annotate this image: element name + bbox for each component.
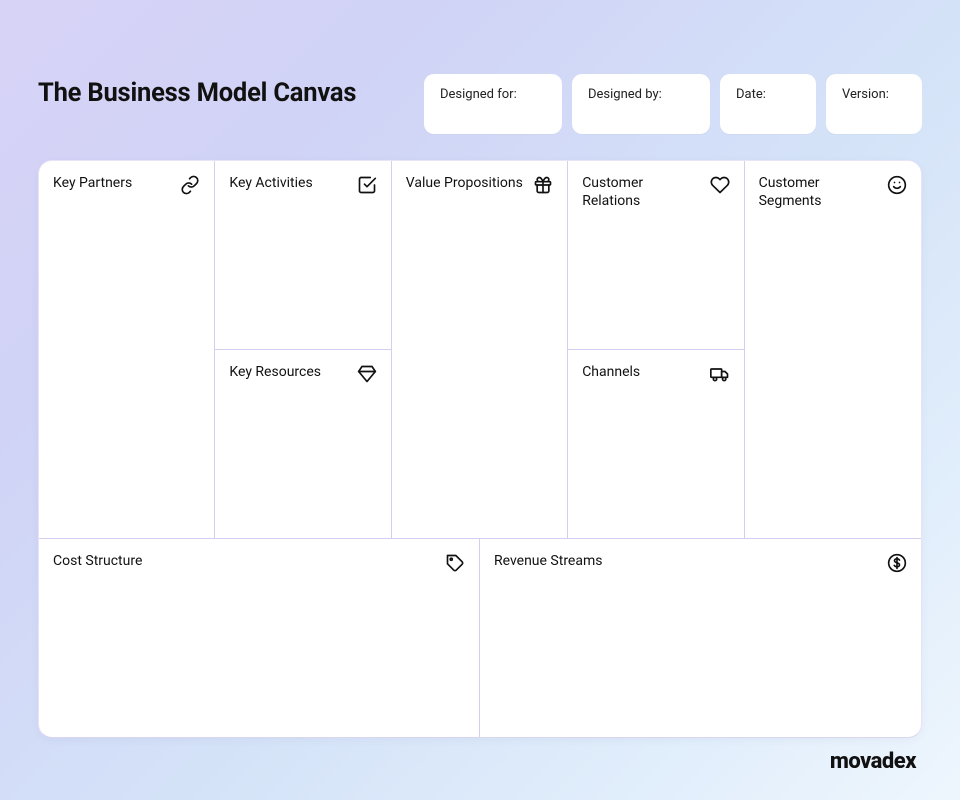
col-value-propositions: Value Propositions: [392, 161, 568, 538]
canvas: Key Partners Key Activities: [38, 160, 922, 738]
cell-value-propositions: Value Propositions: [392, 161, 567, 538]
tag-icon: [445, 553, 465, 573]
meta-boxes: Designed for: Designed by: Date: Version…: [424, 74, 922, 134]
cell-channels: Channels: [568, 350, 743, 538]
meta-label: Date:: [736, 87, 766, 102]
smile-icon: [887, 175, 907, 195]
meta-designed-by: Designed by:: [572, 74, 710, 134]
heart-icon: [710, 175, 730, 195]
cell-title: Cost Structure: [53, 553, 142, 571]
cell-title: Revenue Streams: [494, 553, 602, 571]
col-customer-relations-channels: Customer Relations Channels: [568, 161, 744, 538]
cell-key-resources: Key Resources: [215, 350, 390, 538]
check-square-icon: [357, 175, 377, 195]
meta-designed-for: Designed for:: [424, 74, 562, 134]
cell-header: Key Activities: [229, 175, 376, 195]
cell-header: Value Propositions: [406, 175, 553, 195]
cell-title: Channels: [582, 364, 640, 382]
col-customer-segments: Customer Segments: [745, 161, 921, 538]
cell-cost-structure: Cost Structure: [39, 539, 480, 737]
cell-title: Key Activities: [229, 175, 312, 193]
meta-label: Designed for:: [440, 87, 517, 102]
col-key-activities-resources: Key Activities Key Resources: [215, 161, 391, 538]
diamond-icon: [357, 364, 377, 384]
cell-key-activities: Key Activities: [215, 161, 390, 350]
canvas-bottom-row: Cost Structure Revenue Streams: [39, 539, 921, 737]
meta-label: Designed by:: [588, 87, 662, 102]
cell-title: Key Partners: [53, 175, 132, 193]
gift-icon: [533, 175, 553, 195]
cell-header: Key Resources: [229, 364, 376, 384]
cell-title: Customer Relations: [582, 175, 701, 210]
cell-revenue-streams: Revenue Streams: [480, 539, 921, 737]
cell-customer-segments: Customer Segments: [745, 161, 921, 538]
cell-customer-relations: Customer Relations: [568, 161, 743, 350]
link-icon: [180, 175, 200, 195]
brand-logo: movadex: [830, 749, 916, 774]
meta-date: Date:: [720, 74, 816, 134]
cell-title: Key Resources: [229, 364, 321, 382]
cell-header: Channels: [582, 364, 729, 384]
cell-header: Customer Segments: [759, 175, 907, 210]
cell-header: Cost Structure: [53, 553, 465, 573]
page: The Business Model Canvas Designed for: …: [0, 0, 960, 800]
dollar-circle-icon: [887, 553, 907, 573]
cell-header: Revenue Streams: [494, 553, 907, 573]
meta-version: Version:: [826, 74, 922, 134]
cell-title: Value Propositions: [406, 175, 523, 193]
header: The Business Model Canvas Designed for: …: [38, 74, 922, 134]
truck-icon: [710, 364, 730, 384]
canvas-top-row: Key Partners Key Activities: [39, 161, 921, 539]
page-title: The Business Model Canvas: [38, 74, 356, 108]
meta-label: Version:: [842, 87, 889, 102]
cell-title: Customer Segments: [759, 175, 879, 210]
cell-header: Customer Relations: [582, 175, 729, 210]
col-key-partners: Key Partners: [39, 161, 215, 538]
cell-key-partners: Key Partners: [39, 161, 214, 538]
cell-header: Key Partners: [53, 175, 200, 195]
